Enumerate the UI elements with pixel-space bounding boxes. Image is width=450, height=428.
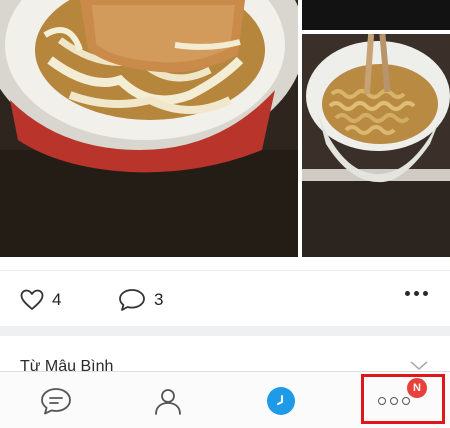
feed-separator [0, 326, 450, 336]
notification-badge: N [407, 378, 427, 398]
post-photo-grid [0, 0, 450, 257]
dot [405, 291, 410, 296]
more-tab-icon [378, 396, 410, 405]
tab-messages[interactable] [0, 372, 112, 428]
bottom-navigation: N [0, 371, 450, 428]
timeline-screen: 4 3 Từ Mậu Bình N [0, 0, 450, 428]
dot [402, 396, 410, 405]
post-actions-bar: 4 3 [0, 270, 450, 328]
next-post-header: Từ Mậu Bình [0, 336, 450, 374]
tab-contacts[interactable] [112, 372, 224, 428]
post-more-icon[interactable] [405, 291, 428, 296]
photo-ramen-cup [302, 34, 450, 257]
comment-icon [119, 289, 145, 311]
timeline-icon [267, 386, 295, 415]
post-photo-3[interactable] [302, 34, 450, 257]
dot [423, 291, 428, 296]
likes-count: 4 [52, 290, 62, 309]
tab-timeline[interactable] [225, 372, 337, 428]
like-button[interactable]: 4 [20, 287, 61, 313]
heart-icon [20, 289, 44, 310]
tab-more[interactable]: N [338, 372, 450, 428]
contacts-icon [155, 388, 181, 415]
dot [378, 396, 386, 405]
chat-icon [41, 387, 71, 414]
dot [390, 396, 398, 405]
post-photo-1[interactable] [0, 0, 298, 257]
comment-button[interactable]: 3 [118, 287, 163, 313]
post-photo-2[interactable] [302, 0, 450, 30]
comments-count: 3 [154, 290, 164, 309]
photo-noodle-cup-tofu [0, 0, 298, 257]
dot [414, 291, 419, 296]
